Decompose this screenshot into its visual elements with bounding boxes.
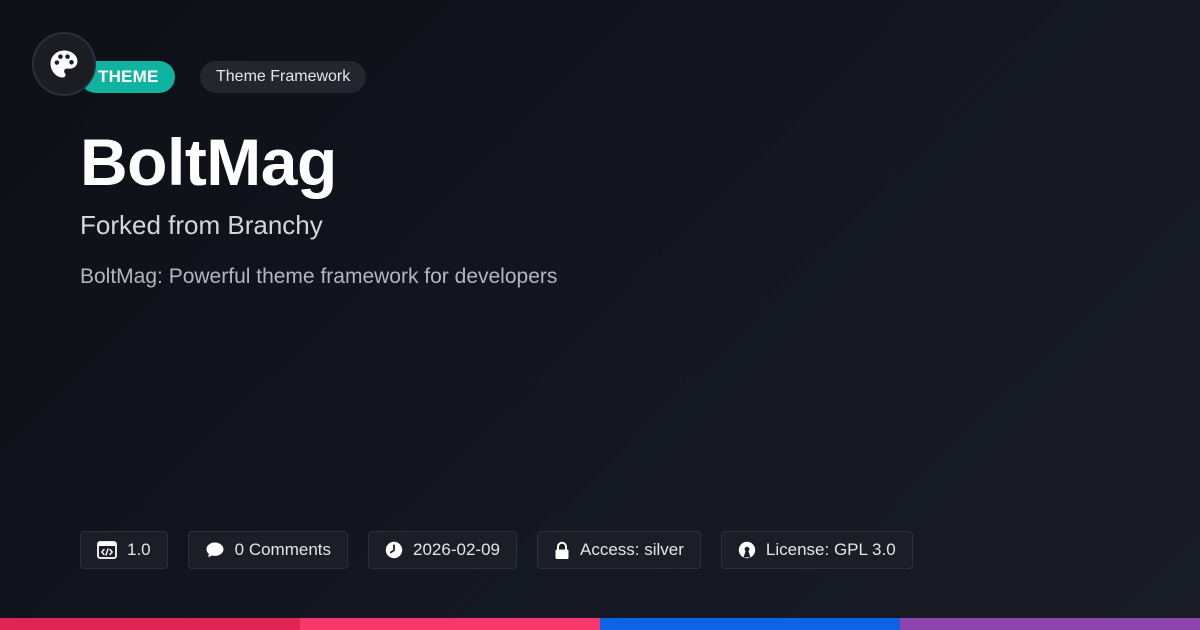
- comments-label: 0 Comments: [234, 540, 332, 559]
- page-title: BoltMag: [80, 125, 337, 199]
- meta-row: 1.0 0 Comments 2026-02-09 Access: silver…: [80, 531, 913, 569]
- access-badge: Access: silver: [536, 531, 701, 569]
- version-badge: 1.0: [80, 531, 168, 569]
- lock-icon: [555, 541, 569, 559]
- category-badge[interactable]: Theme Framework: [200, 61, 367, 93]
- access-label: Access: silver: [579, 540, 684, 559]
- bottom-color-bar: [0, 618, 1200, 630]
- clock-icon: [385, 541, 403, 559]
- license-label: License: GPL 3.0: [765, 540, 896, 559]
- version-label: 1.0: [127, 540, 151, 559]
- bar-segment-4: [900, 618, 1200, 630]
- code-window-icon: [97, 541, 117, 559]
- date-label: 2026-02-09: [413, 540, 500, 559]
- palette-icon: [50, 50, 78, 78]
- open-source-icon: [738, 541, 756, 559]
- logo-avatar: [32, 32, 96, 96]
- comments-badge[interactable]: 0 Comments: [187, 531, 349, 569]
- bar-segment-1: [0, 618, 300, 630]
- comment-icon: [206, 542, 224, 558]
- bar-segment-3: [600, 618, 900, 630]
- description: BoltMag: Powerful theme framework for de…: [80, 265, 558, 288]
- license-badge: License: GPL 3.0: [720, 531, 913, 569]
- bar-segment-2: [300, 618, 600, 630]
- date-badge: 2026-02-09: [368, 531, 517, 569]
- subtitle: Forked from Branchy: [80, 210, 323, 240]
